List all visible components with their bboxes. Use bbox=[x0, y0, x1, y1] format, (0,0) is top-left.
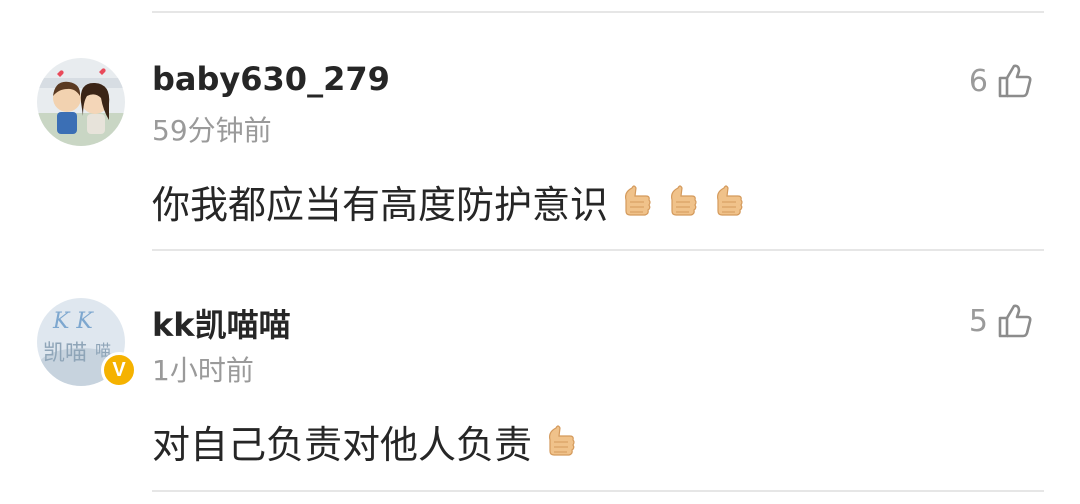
like-count: 6 bbox=[968, 63, 988, 99]
comment-text-content: 你我都应当有高度防护意识 bbox=[152, 183, 609, 227]
avatar[interactable] bbox=[37, 58, 125, 146]
thumbs-up-emoji bbox=[618, 182, 654, 222]
cartoon-couple-avatar-icon bbox=[37, 58, 125, 146]
comment-text: 你我都应当有高度防护意识 bbox=[152, 174, 746, 229]
thumb-up-outline-icon bbox=[998, 64, 1032, 98]
top-divider bbox=[152, 11, 1044, 13]
like-count: 5 bbox=[968, 303, 988, 339]
username[interactable]: kk凯喵喵 bbox=[152, 300, 291, 346]
svg-text:K K: K K bbox=[52, 309, 94, 334]
username[interactable]: baby630_279 bbox=[152, 60, 390, 98]
thumbs-up-emoji bbox=[664, 182, 700, 222]
bottom-divider bbox=[152, 490, 1044, 492]
verified-badge: V bbox=[101, 352, 137, 388]
thumbs-up-emoji bbox=[710, 182, 746, 222]
like-button[interactable]: 5 bbox=[969, 302, 1034, 340]
thumbs-up-emoji bbox=[542, 422, 578, 462]
comment-text: 对自己负责对他人负责 bbox=[152, 414, 578, 469]
like-button[interactable]: 6 bbox=[969, 62, 1034, 100]
comment-time: 1小时前 bbox=[152, 354, 254, 387]
comment-time: 59分钟前 bbox=[152, 114, 272, 147]
comment-divider bbox=[152, 249, 1044, 251]
comment-text-content: 对自己负责对他人负责 bbox=[152, 423, 533, 467]
svg-text:凯喵: 凯喵 bbox=[43, 341, 87, 366]
thumb-up-outline-icon bbox=[998, 304, 1032, 338]
